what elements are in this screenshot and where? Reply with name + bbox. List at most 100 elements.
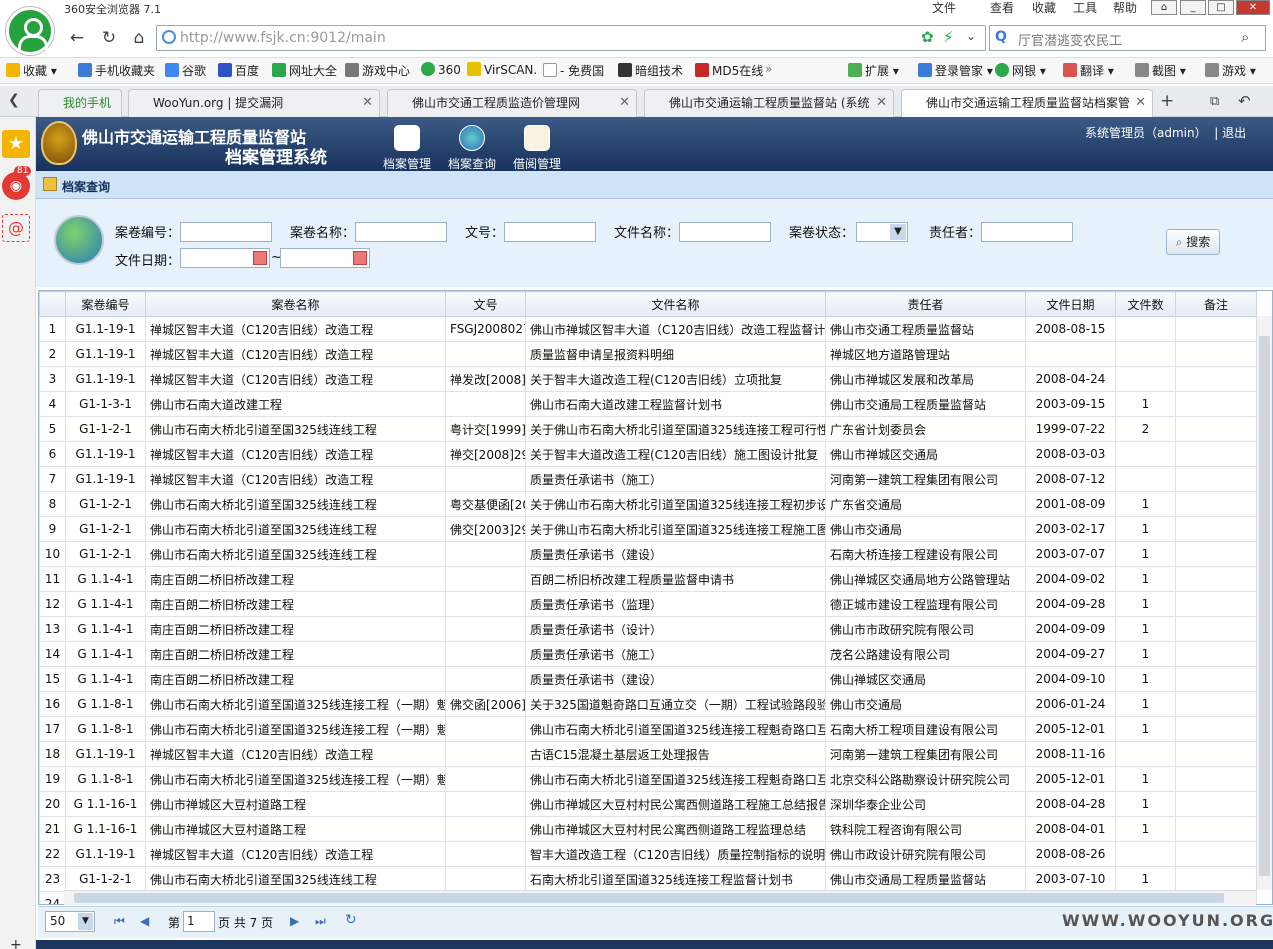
fav-mobile[interactable]: 手机收藏夹 xyxy=(78,62,155,79)
date-from-input[interactable] xyxy=(180,248,270,268)
date-to-input[interactable] xyxy=(280,248,370,268)
tab-my-phone[interactable]: 我的手机 xyxy=(38,89,122,117)
column-header[interactable]: 案卷名称 xyxy=(145,291,446,317)
fav-virscan[interactable]: VirSCAN. xyxy=(467,62,537,77)
new-tab-icon[interactable]: + xyxy=(1160,91,1174,111)
column-header[interactable]: 文件名称 xyxy=(525,291,826,317)
search-engine-icon[interactable]: Q xyxy=(995,29,1007,45)
menu-tools[interactable]: 工具 xyxy=(1073,0,1097,16)
table-row[interactable]: 21 G 1.1-16-1 佛山市禅城区大豆村道路工程 佛山市禅城区大豆村村民公寓西侧… xyxy=(39,816,1257,842)
search-icon[interactable]: ⌕ xyxy=(1241,28,1249,46)
fav-directory[interactable]: 网址大全 xyxy=(272,62,337,79)
tab-wooyun[interactable]: WooYun.org | 提交漏洞 ✕ xyxy=(128,89,380,117)
refresh-icon[interactable]: ↻ xyxy=(345,912,357,928)
home-icon[interactable]: ⌂ xyxy=(126,27,152,51)
close-tab-icon[interactable]: ✕ xyxy=(876,90,887,116)
table-row[interactable]: 5 G1-1-2-1 佛山市石南大桥北引道至国325线连线工程 粤计交[1999]5 关… xyxy=(39,416,1257,442)
browser-logo-icon[interactable] xyxy=(6,7,54,55)
tab-list-icon[interactable]: ⧉ xyxy=(1210,94,1219,109)
table-row[interactable]: 7 G1.1-19-1 禅城区智丰大道（C120吉旧线）改造工程 质量责任承诺书（施工… xyxy=(39,466,1257,492)
fav-games[interactable]: 游戏中心 xyxy=(345,62,410,79)
fav-baidu[interactable]: 百度 xyxy=(218,62,259,79)
table-row[interactable]: 10 G1-1-2-1 佛山市石南大桥北引道至国325线连线工程 质量责任承诺书（建设… xyxy=(39,541,1257,567)
close-tab-icon[interactable]: ✕ xyxy=(1135,90,1146,116)
column-header[interactable]: 文号 xyxy=(445,291,526,317)
search-input[interactable]: 厅官潜逃变农民工 xyxy=(1018,30,1122,49)
extensions-button[interactable]: 扩展 ▾ xyxy=(848,62,899,79)
next-page-icon[interactable]: ▶ xyxy=(290,914,299,928)
nav-archive-query[interactable]: 档案查询 xyxy=(446,123,498,172)
table-row[interactable]: 19 G 1.1-8-1 佛山市石南大桥北引道至国道325线连接工程（一期）魁 佛山市… xyxy=(39,766,1257,792)
column-header[interactable]: 责任者 xyxy=(825,291,1026,317)
menu-view[interactable]: 查看 xyxy=(990,0,1014,16)
tab-fsjk-archive[interactable]: 佛山市交通运输工程质量监督站档案管 ✕ xyxy=(901,89,1153,118)
calendar-icon[interactable] xyxy=(353,251,367,265)
favorites-button[interactable]: 收藏 ▾ xyxy=(6,62,57,79)
bank-button[interactable]: 网银 ▾ xyxy=(995,62,1046,79)
last-page-icon[interactable]: ⏭ xyxy=(315,914,326,929)
calendar-icon[interactable] xyxy=(253,251,267,265)
table-row[interactable]: 16 G 1.1-8-1 佛山市石南大桥北引道至国道325线连接工程（一期）魁 佛交函… xyxy=(39,691,1257,717)
add-sidebar-icon[interactable]: + xyxy=(10,937,22,949)
owner-input[interactable] xyxy=(981,222,1073,242)
table-row[interactable]: 1 G1.1-19-1 禅城区智丰大道（C120吉旧线）改造工程 FSGJ200802… xyxy=(39,316,1257,342)
table-row[interactable]: 9 G1-1-2-1 佛山市石南大桥北引道至国325线连线工程 佛交[2003]29 关… xyxy=(39,516,1257,542)
fav-anzu[interactable]: 暗组技术 xyxy=(618,62,683,79)
search-button[interactable]: ⌕ 搜索 xyxy=(1166,229,1220,255)
menu-help[interactable]: 帮助 xyxy=(1113,0,1137,16)
table-row[interactable]: 8 G1-1-2-1 佛山市石南大桥北引道至国325线连线工程 粤交基便函[20 关于佛… xyxy=(39,491,1257,517)
table-row[interactable]: 17 G 1.1-8-1 佛山市石南大桥北引道至国道325线连接工程（一期）魁 佛山市… xyxy=(39,716,1257,742)
table-row[interactable]: 6 G1.1-19-1 禅城区智丰大道（C120吉旧线）改造工程 禅交[2008]29… xyxy=(39,441,1257,467)
mail-icon[interactable]: @ xyxy=(2,214,30,242)
table-row[interactable]: 4 G1-1-3-1 佛山市石南大道改建工程 佛山市石南大道改建工程监督计划书 佛山市交… xyxy=(39,391,1257,417)
scroll-thumb[interactable] xyxy=(74,893,1224,903)
security-icon[interactable]: ✿ xyxy=(921,28,934,46)
sidebar-toggle-icon[interactable]: ❮ xyxy=(8,92,20,108)
fav-360[interactable]: 360 xyxy=(421,62,461,77)
vertical-scrollbar[interactable] xyxy=(1256,316,1272,890)
menu-favorites[interactable]: 收藏 xyxy=(1032,0,1056,16)
tab-fsjk-price[interactable]: 佛山市交通工程质监造价管理网 ✕ xyxy=(387,89,637,117)
prev-page-icon[interactable]: ◀ xyxy=(140,914,149,928)
nav-archive-manage[interactable]: 档案管理 xyxy=(381,123,433,172)
doc-no-input[interactable] xyxy=(504,222,596,242)
case-no-input[interactable] xyxy=(180,222,272,242)
file-name-input[interactable] xyxy=(679,222,771,242)
weibo-icon[interactable]: ◉ xyxy=(2,172,30,200)
table-row[interactable]: 15 G 1.1-4-1 南庄百朗二桥旧桥改建工程 质量责任承诺书（建设） 佛山禅城区交… xyxy=(39,666,1257,692)
table-row[interactable]: 2 G1.1-19-1 禅城区智丰大道（C120吉旧线）改造工程 质量监督申请呈报资料… xyxy=(39,341,1257,367)
table-row[interactable]: 12 G 1.1-4-1 南庄百朗二桥旧桥改建工程 质量责任承诺书（监理） 德正城市建设… xyxy=(39,591,1257,617)
case-status-select[interactable]: ▼ xyxy=(856,222,908,242)
maximize-button[interactable]: □ xyxy=(1208,0,1234,15)
page-size-select[interactable]: 50 ▼ xyxy=(45,911,95,932)
login-manager-button[interactable]: 登录管家 ▾ xyxy=(918,62,993,79)
table-row[interactable]: 13 G 1.1-4-1 南庄百朗二桥旧桥改建工程 质量责任承诺书（设计） 佛山市市政研… xyxy=(39,616,1257,642)
fav-free[interactable]: - 免费国 xyxy=(543,62,604,79)
menu-file[interactable]: 文件 xyxy=(932,0,956,16)
games-button[interactable]: 游戏 ▾ xyxy=(1205,62,1256,79)
more-favorites-icon[interactable]: » xyxy=(765,62,772,76)
logout-link[interactable]: 退出 xyxy=(1222,126,1246,140)
close-tab-icon[interactable]: ✕ xyxy=(619,90,630,116)
speed-mode-icon[interactable]: ⚡ xyxy=(943,28,954,46)
table-row[interactable]: 22 G1.1-19-1 禅城区智丰大道（C120吉旧线）改造工程 智丰大道改造工程（… xyxy=(39,841,1257,867)
back-icon[interactable]: ← xyxy=(64,27,90,51)
case-name-input[interactable] xyxy=(355,222,447,242)
url-text[interactable]: http://www.fsjk.cn:9012/main xyxy=(180,30,386,46)
column-header[interactable]: 案卷编号 xyxy=(65,291,146,317)
table-row[interactable]: 14 G 1.1-4-1 南庄百朗二桥旧桥改建工程 质量责任承诺书（施工） 茂名公路建设… xyxy=(39,641,1257,667)
close-tab-icon[interactable]: ✕ xyxy=(362,90,373,116)
translate-button[interactable]: 翻译 ▾ xyxy=(1063,62,1114,79)
column-header[interactable]: 文件日期 xyxy=(1025,291,1116,317)
column-header[interactable] xyxy=(39,291,66,317)
undo-close-icon[interactable]: ↶ xyxy=(1238,92,1251,110)
minimize-button[interactable]: _ xyxy=(1180,0,1206,15)
table-row[interactable]: 23 G1-1-2-1 佛山市石南大桥北引道至国325线连线工程 石南大桥北引道至国道… xyxy=(39,866,1257,892)
fav-md5[interactable]: MD5在线 xyxy=(695,62,763,79)
first-page-icon[interactable]: ⏮ xyxy=(114,914,125,929)
star-icon[interactable]: ★ xyxy=(2,130,30,158)
column-header[interactable]: 文件数 xyxy=(1115,291,1176,317)
tab-fsjk-system[interactable]: 佛山市交通运输工程质量监督站 (系统 ✕ xyxy=(644,89,894,117)
scroll-thumb[interactable] xyxy=(1259,336,1270,876)
table-row[interactable]: 11 G 1.1-4-1 南庄百朗二桥旧桥改建工程 百朗二桥旧桥改建工程质量监督申请书… xyxy=(39,566,1257,592)
